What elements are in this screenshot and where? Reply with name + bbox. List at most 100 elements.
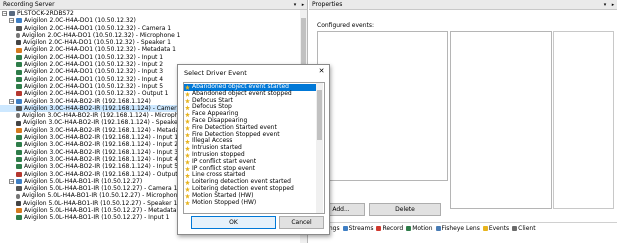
device-icon <box>16 98 22 104</box>
mic-icon <box>16 113 20 119</box>
tab-fisheye[interactable]: Fisheye Lens <box>435 225 480 232</box>
event-list-scrollbar[interactable] <box>316 83 323 213</box>
driver-event-items: Abandoned object event started Abandoned … <box>184 83 316 207</box>
driver-event-list[interactable]: Abandoned object event started Abandoned … <box>183 82 325 214</box>
metadata-icon <box>16 47 22 53</box>
tree-item-label: Avigilon 2.0C-H4A-DO1 (10.50.12.32) - In… <box>24 75 164 83</box>
tab-label: Streams <box>348 225 374 232</box>
event-icon <box>185 193 190 199</box>
input-icon <box>16 69 22 75</box>
output-icon <box>16 171 22 177</box>
input-icon <box>16 54 22 60</box>
camera-icon <box>16 106 22 111</box>
event-icon <box>185 139 190 145</box>
scrollbar-thumb[interactable] <box>317 90 322 140</box>
collapse-icon[interactable]: − <box>9 98 14 104</box>
mic-icon <box>16 193 20 199</box>
tab-label: Events <box>488 225 510 232</box>
device-icon <box>16 178 22 184</box>
tree-item-label: PLSTOCK-2RDBS72 <box>17 10 74 17</box>
driver-event-label: Motion Stopped (HW) <box>192 198 257 206</box>
streams-icon <box>342 226 348 231</box>
camera-icon <box>16 186 22 192</box>
tree-item-label: Avigilon 3.0C-H4A-BO2-IR (192.168.1.124)… <box>24 163 179 171</box>
tree-item-label: Avigilon 5.0L-H4A-BO1-IR (10.50.12.27) -… <box>23 199 178 207</box>
properties-title: Properties <box>312 1 343 8</box>
tree-item-label: Avigilon 3.0C-H4A-BO2-IR (192.168.1.124)… <box>24 148 179 156</box>
tree-item-label: Avigilon 5.0L-H4A-BO1-IR (10.50.12.27) -… <box>22 192 187 200</box>
tree-item[interactable]: Avigilon 2.0C-H4A-DO1 (10.50.12.32) - Me… <box>0 46 300 53</box>
device-icon <box>16 18 22 24</box>
delete-event-button[interactable]: Delete <box>369 203 441 216</box>
event-settings-panel[interactable] <box>450 31 552 209</box>
tree-item-label: Avigilon 3.0C-H4A-BO2-IR (192.168.1.124) <box>24 97 151 105</box>
tree-item[interactable]: Avigilon 2.0C-H4A-DO1 (10.50.12.32) - Mi… <box>0 32 300 39</box>
event-icon <box>185 98 190 104</box>
tree-item[interactable]: Avigilon 2.0C-H4A-DO1 (10.50.12.32) - In… <box>0 54 300 61</box>
properties-pane: Properties ▾ ▸ Configured events: Add...… <box>309 0 617 243</box>
tab-label: Record <box>382 225 404 232</box>
tree-item-label: Avigilon 3.0C-H4A-BO2-IR (192.168.1.124)… <box>24 104 187 112</box>
driver-event-item[interactable]: Motion Stopped (HW) <box>184 198 316 207</box>
configured-events-list[interactable] <box>317 31 448 181</box>
event-icon <box>185 166 190 172</box>
event-icon <box>185 105 190 111</box>
pane-pin-icon[interactable]: ▸ <box>609 2 617 8</box>
input-icon <box>16 135 22 141</box>
cancel-button[interactable]: Cancel <box>279 216 324 229</box>
metadata-icon <box>16 127 22 133</box>
input-icon <box>16 215 22 221</box>
tree-item-label: Avigilon 3.0C-H4A-BO2-IR (192.168.1.124)… <box>24 141 179 149</box>
mic-icon <box>16 33 20 39</box>
event-icon <box>185 180 190 186</box>
event-icon <box>185 84 190 90</box>
recording-server-title: Recording Server <box>3 1 55 8</box>
event-icon <box>185 159 190 165</box>
output-icon <box>16 91 22 97</box>
ok-button[interactable]: OK <box>191 216 276 229</box>
tree-item-label: Avigilon 3.0C-H4A-BO2-IR (192.168.1.124)… <box>24 155 179 163</box>
event-icon <box>185 112 190 118</box>
client-icon <box>512 226 518 231</box>
tree-item[interactable]: Avigilon 2.0C-H4A-DO1 (10.50.12.32) - Ca… <box>0 25 300 32</box>
pane-pin-icon[interactable]: ▸ <box>299 2 307 8</box>
tab-label: Fisheye Lens <box>441 225 480 232</box>
tab-events[interactable]: Events <box>482 225 510 232</box>
tree-item-label: Avigilon 2.0C-H4A-DO1 (10.50.12.32) - In… <box>24 61 164 69</box>
tab-label: Motion <box>412 225 433 232</box>
tree-item-label: Avigilon 2.0C-H4A-DO1 (10.50.12.32) - Me… <box>24 46 176 54</box>
event-icon <box>185 118 190 124</box>
tab-motion[interactable]: Motion <box>406 225 433 232</box>
tab-streams[interactable]: Streams <box>342 225 374 232</box>
collapse-icon[interactable]: − <box>2 11 7 17</box>
pane-dropdown-icon[interactable]: ▾ <box>601 2 609 8</box>
event-icon <box>185 125 190 131</box>
event-icon <box>185 173 190 179</box>
tree-item-label: Avigilon 3.0C-H4A-BO2-IR (192.168.1.124)… <box>24 126 191 134</box>
event-icon <box>185 146 190 152</box>
tree-item-label: Avigilon 2.0C-H4A-DO1 (10.50.12.32) <box>24 17 136 25</box>
metadata-icon <box>16 208 22 214</box>
pane-dropdown-icon[interactable]: ▾ <box>291 2 299 8</box>
tree-item[interactable]: Avigilon 2.0C-H4A-DO1 (10.50.12.32) - Sp… <box>0 39 300 46</box>
tree-item-label: Avigilon 2.0C-H4A-DO1 (10.50.12.32) - Mi… <box>22 31 181 39</box>
event-icon <box>185 186 190 192</box>
tree-item[interactable]: − Avigilon 2.0C-H4A-DO1 (10.50.12.32) <box>0 17 300 24</box>
tab-record[interactable]: Record <box>376 225 403 232</box>
tree-item-label: Avigilon 2.0C-H4A-DO1 (10.50.12.32) - Sp… <box>23 39 171 47</box>
tree-item-label: Avigilon 3.0C-H4A-BO2-IR (192.168.1.124)… <box>24 134 179 142</box>
configured-events-label: Configured events: <box>317 22 375 29</box>
event-icon <box>185 152 190 158</box>
event-icon <box>185 200 190 206</box>
recording-server-header: Recording Server ▾ ▸ <box>0 0 307 10</box>
close-icon[interactable]: ✕ <box>317 67 326 76</box>
tree-item[interactable]: − PLSTOCK-2RDBS72 <box>0 10 300 17</box>
event-icon <box>185 91 190 97</box>
tab-client[interactable]: Client <box>512 225 536 232</box>
camera-icon <box>16 25 22 31</box>
tree-item-label: Avigilon 5.0L-H4A-BO1-IR (10.50.12.27) <box>24 177 143 185</box>
event-settings-secondary-panel <box>553 31 614 209</box>
collapse-icon[interactable]: − <box>9 18 14 24</box>
tree-item-label: Avigilon 2.0C-H4A-DO1 (10.50.12.32) - In… <box>24 82 164 90</box>
collapse-icon[interactable]: − <box>9 178 14 184</box>
